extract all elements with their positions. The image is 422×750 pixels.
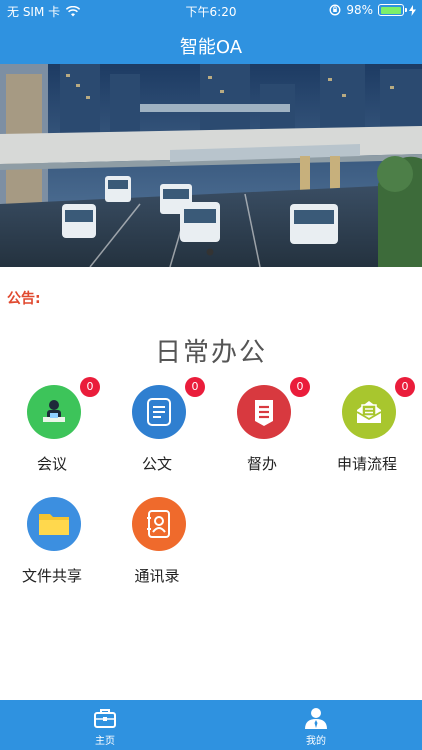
tab-bar: 主页 我的 bbox=[0, 700, 422, 750]
contacts-label: 通讯录 bbox=[134, 567, 180, 585]
battery-icon bbox=[378, 4, 407, 16]
document-badge: 0 bbox=[185, 377, 205, 397]
status-bar: 无 SIM 卡 下午6:20 98% bbox=[0, 0, 422, 22]
banner-image bbox=[0, 64, 422, 267]
apply-flow-badge: 0 bbox=[395, 377, 415, 397]
contacts-icon bbox=[132, 497, 186, 551]
document-icon bbox=[132, 385, 186, 439]
meeting-label: 会议 bbox=[36, 455, 67, 473]
supervise-icon bbox=[237, 385, 291, 439]
page-title: 智能OA bbox=[179, 37, 243, 58]
charging-icon bbox=[409, 4, 416, 16]
app-contacts[interactable]: 通讯录 bbox=[107, 497, 207, 607]
orientation-lock-icon bbox=[329, 4, 341, 16]
top-bar: 无 SIM 卡 下午6:20 98% 智能OA bbox=[0, 0, 422, 64]
supervise-label: 督办 bbox=[246, 455, 277, 473]
app-root: 无 SIM 卡 下午6:20 98% 智能OA 公告: 日常办公 0 会议 0 … bbox=[0, 0, 422, 750]
meeting-badge: 0 bbox=[80, 377, 100, 397]
tab-mine[interactable]: 我的 bbox=[256, 700, 376, 750]
folder-icon bbox=[27, 497, 81, 551]
mail-flow-icon bbox=[342, 385, 396, 439]
battery-percent: 98% bbox=[346, 3, 373, 17]
app-document[interactable]: 0 公文 bbox=[107, 377, 207, 495]
banner-carousel[interactable] bbox=[0, 64, 422, 267]
supervise-badge: 0 bbox=[290, 377, 310, 397]
tab-home[interactable]: 主页 bbox=[45, 700, 165, 750]
user-icon bbox=[305, 708, 327, 729]
file-share-label: 文件共享 bbox=[21, 567, 82, 585]
section-title: 日常办公 bbox=[154, 338, 267, 368]
status-right: 98% bbox=[329, 3, 416, 17]
carousel-dot[interactable] bbox=[206, 248, 214, 256]
meeting-icon bbox=[27, 385, 81, 439]
app-file-share[interactable]: 文件共享 bbox=[2, 497, 102, 607]
briefcase-icon bbox=[94, 709, 116, 728]
tab-mine-label: 我的 bbox=[306, 736, 326, 747]
apply-flow-label: 申请流程 bbox=[336, 455, 397, 473]
app-supervise[interactable]: 0 督办 bbox=[212, 377, 312, 495]
app-meeting[interactable]: 0 会议 bbox=[2, 377, 102, 495]
notice-label: 公告: bbox=[7, 291, 41, 307]
battery-level bbox=[380, 6, 402, 14]
document-label: 公文 bbox=[141, 455, 172, 473]
app-apply-flow[interactable]: 0 申请流程 bbox=[317, 377, 417, 495]
tab-home-label: 主页 bbox=[95, 736, 115, 747]
